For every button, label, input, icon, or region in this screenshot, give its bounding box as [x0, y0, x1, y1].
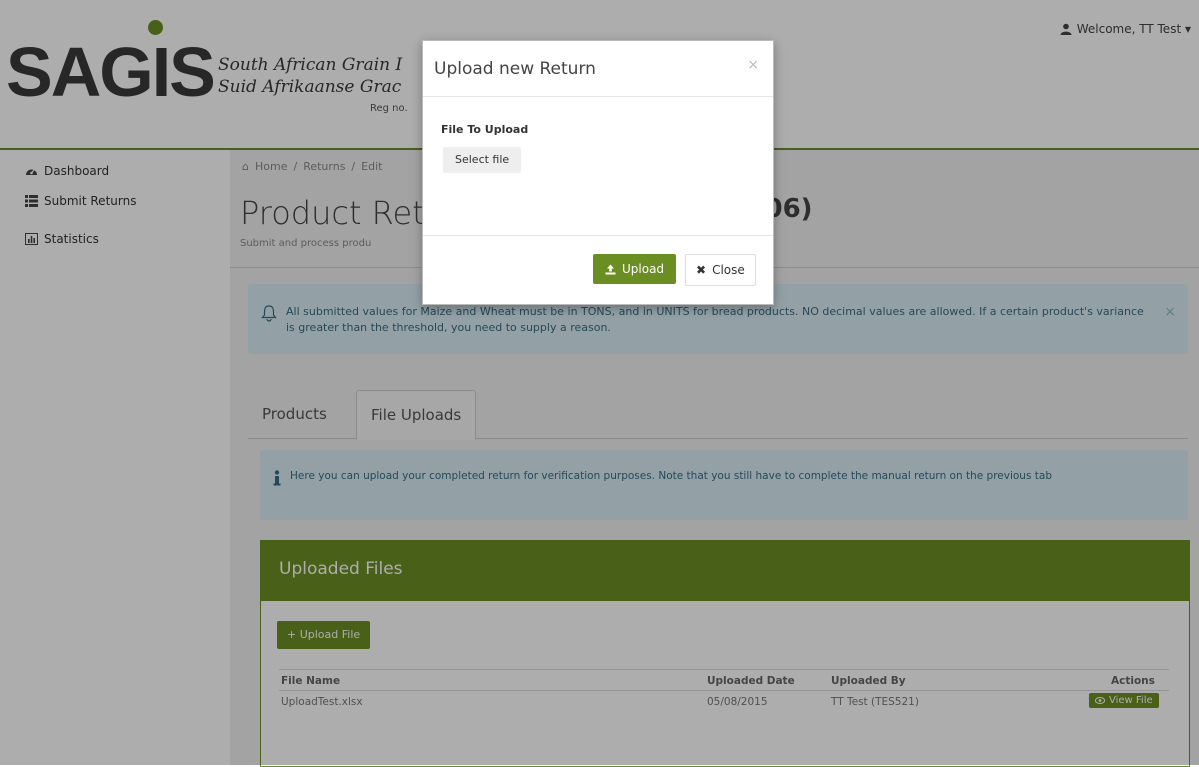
modal-footer: Upload ✖ Close	[423, 235, 773, 305]
close-icon[interactable]: ×	[747, 57, 759, 73]
page: SAGIS South African Grain I Suid Afrikaa…	[0, 0, 1199, 767]
upload-button-label: Upload	[622, 262, 665, 276]
upload-button[interactable]: Upload	[593, 254, 677, 284]
upload-modal: Upload new Return × File To Upload Selec…	[422, 40, 774, 305]
upload-icon	[605, 264, 616, 274]
select-file-button[interactable]: Select file	[443, 147, 522, 173]
close-button[interactable]: ✖ Close	[685, 254, 756, 286]
file-to-upload-label: File To Upload	[441, 123, 529, 136]
close-icon: ✖	[696, 263, 707, 277]
modal-header: Upload new Return ×	[423, 41, 773, 97]
modal-title: Upload new Return	[434, 59, 596, 79]
close-button-label: Close	[712, 263, 745, 277]
